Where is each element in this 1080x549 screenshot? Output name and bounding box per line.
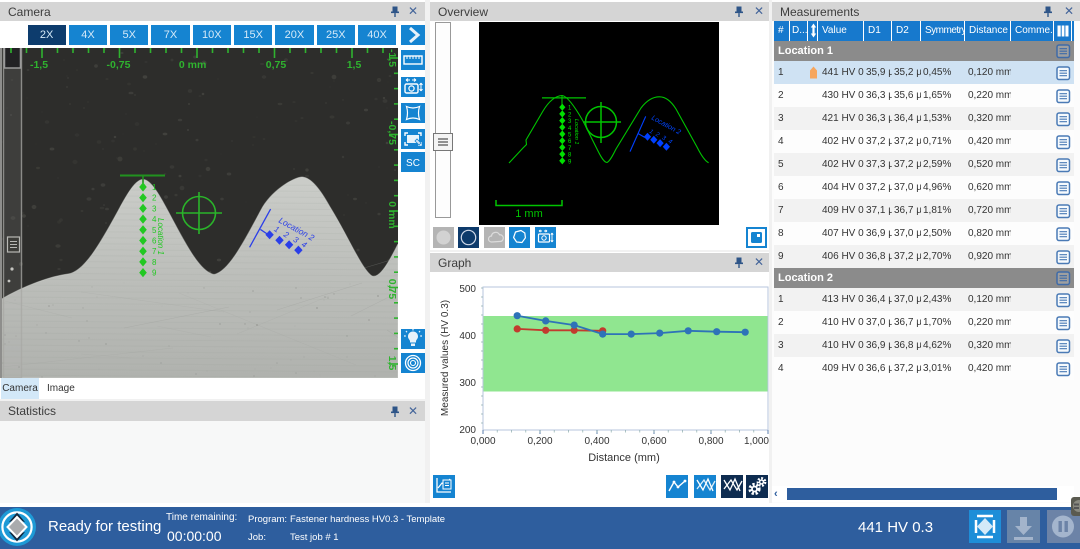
svg-text:1 mm: 1 mm [515, 208, 543, 220]
svg-text:0,600: 0,600 [641, 436, 666, 447]
svg-text:0 mm: 0 mm [179, 59, 206, 71]
svg-text:0,75: 0,75 [386, 279, 398, 300]
svg-text:-1,5: -1,5 [30, 59, 48, 71]
svg-text:Location 1: Location 1 [573, 119, 579, 144]
svg-text:3: 3 [152, 204, 157, 213]
svg-text:9: 9 [152, 269, 157, 278]
svg-text:1,000: 1,000 [744, 436, 769, 447]
svg-text:8: 8 [152, 258, 157, 267]
svg-text:200: 200 [459, 425, 476, 436]
svg-text:-1,5: -1,5 [386, 49, 398, 67]
svg-text:0 mm: 0 mm [386, 201, 398, 228]
svg-text:-0,75: -0,75 [107, 59, 131, 71]
svg-text:1,5: 1,5 [347, 59, 362, 71]
svg-text:0,800: 0,800 [698, 436, 723, 447]
svg-text:1,5: 1,5 [386, 356, 398, 371]
svg-text:2: 2 [152, 194, 157, 203]
svg-text:SC: SC [406, 158, 420, 169]
svg-text:400: 400 [459, 331, 476, 342]
svg-text:1: 1 [152, 183, 157, 192]
svg-text:-0,75: -0,75 [386, 121, 398, 145]
svg-text:0,000: 0,000 [470, 436, 495, 447]
svg-text:Measured values (HV 0.3): Measured values (HV 0.3) [440, 300, 451, 416]
svg-text:Location 1: Location 1 [156, 218, 165, 255]
svg-text:0,200: 0,200 [527, 436, 552, 447]
svg-text:300: 300 [459, 378, 476, 389]
svg-text:0,75: 0,75 [266, 59, 287, 71]
svg-text:0,400: 0,400 [584, 436, 609, 447]
svg-text:Distance (mm): Distance (mm) [588, 452, 660, 464]
svg-text:500: 500 [459, 284, 476, 295]
